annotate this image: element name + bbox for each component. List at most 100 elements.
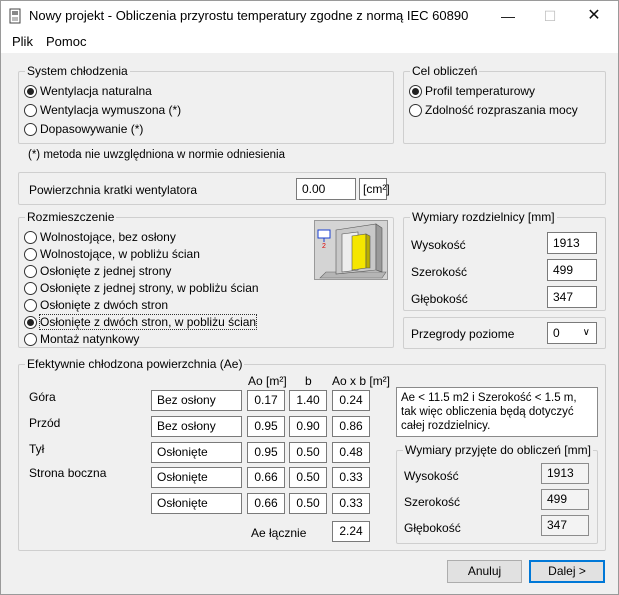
radio-label: Wentylacja naturalna bbox=[40, 84, 152, 98]
placement-label: Rozmieszczenie bbox=[25, 210, 117, 224]
radio-label: Osłonięte z dwóch stron, w pobliżu ścian bbox=[38, 314, 258, 330]
radio-indicator bbox=[24, 332, 37, 346]
cover-select-side-2[interactable]: Osłonięte bbox=[151, 493, 242, 514]
side-label-back: Tył bbox=[29, 442, 45, 456]
maximize-button[interactable]: ☐ bbox=[528, 1, 572, 31]
radio-label: Osłonięte z jednej strony, w pobliżu ści… bbox=[40, 281, 259, 295]
radio-indicator bbox=[24, 264, 37, 278]
side-label-front: Przód bbox=[29, 416, 61, 430]
aob-front: 0.86 bbox=[332, 416, 370, 437]
cancel-button[interactable]: Anuluj bbox=[447, 560, 522, 583]
used-depth-label: Głębokość bbox=[404, 521, 461, 535]
aob-top: 0.24 bbox=[332, 390, 370, 411]
minimize-button[interactable]: — bbox=[486, 1, 530, 31]
cover-select-back[interactable]: Osłonięte bbox=[151, 442, 242, 463]
radio-label: Wolnostojące, bez osłony bbox=[40, 230, 176, 244]
aob-side-1: 0.33 bbox=[332, 467, 370, 488]
next-button[interactable]: Dalej > bbox=[529, 560, 605, 583]
radio-indicator bbox=[24, 84, 37, 98]
ao-front: 0.95 bbox=[247, 416, 285, 437]
partitions-select[interactable]: 0 ∨ bbox=[547, 322, 597, 344]
radio-label: Dopasowywanie (*) bbox=[40, 122, 144, 136]
radio-indicator bbox=[24, 247, 37, 261]
vent-area-input[interactable]: 0.00 bbox=[296, 178, 356, 200]
b-side-2: 0.50 bbox=[289, 493, 327, 514]
b-front: 0.90 bbox=[289, 416, 327, 437]
ao-side-1: 0.66 bbox=[247, 467, 285, 488]
menu-pomoc[interactable]: Pomoc bbox=[46, 34, 86, 49]
radio-indicator bbox=[409, 84, 422, 98]
radio-label: Montaż natynkowy bbox=[40, 332, 140, 346]
calculation-goal-label: Cel obliczeń bbox=[410, 64, 480, 78]
width-label: Szerokość bbox=[411, 265, 468, 279]
width-input[interactable]: 499 bbox=[547, 259, 597, 281]
radio-goal-temperature-profile[interactable]: Profil temperaturowy bbox=[409, 83, 535, 99]
dimensions-label: Wymiary rozdzielnicy [mm] bbox=[410, 210, 557, 224]
side-label-side: Strona boczna bbox=[29, 466, 107, 480]
radio-placement-6[interactable]: Montaż natynkowy bbox=[24, 331, 139, 347]
cover-select-front[interactable]: Bez osłony bbox=[151, 416, 242, 437]
cooling-system-label: System chłodzenia bbox=[25, 64, 130, 78]
radio-placement-2[interactable]: Osłonięte z jednej strony bbox=[24, 263, 171, 279]
ae-total-label: Ae łącznie bbox=[251, 526, 307, 540]
radio-label: Osłonięte z jednej strony bbox=[40, 264, 172, 278]
depth-label: Głębokość bbox=[411, 292, 468, 306]
menu-bar: Plik Pomoc bbox=[1, 31, 618, 53]
b-side-1: 0.50 bbox=[289, 467, 327, 488]
ao-top: 0.17 bbox=[247, 390, 285, 411]
radio-placement-4[interactable]: Osłonięte z dwóch stron bbox=[24, 297, 168, 313]
partitions-value: 0 bbox=[553, 326, 560, 340]
radio-indicator bbox=[24, 298, 37, 312]
radio-cooling-natural[interactable]: Wentylacja naturalna bbox=[24, 83, 152, 99]
radio-label: Profil temperaturowy bbox=[425, 84, 536, 98]
radio-placement-0[interactable]: Wolnostojące, bez osłony bbox=[24, 229, 176, 245]
cover-select-top[interactable]: Bez osłony bbox=[151, 390, 242, 411]
radio-goal-dissipation[interactable]: Zdolność rozpraszania mocy bbox=[409, 102, 578, 118]
ae-total-value: 2.24 bbox=[332, 521, 370, 542]
used-height-label: Wysokość bbox=[404, 469, 459, 483]
side-label-top: Góra bbox=[29, 390, 56, 404]
radio-placement-5[interactable]: Osłonięte z dwóch stron, w pobliżu ścian bbox=[24, 314, 258, 330]
svg-text:2: 2 bbox=[322, 243, 326, 250]
header-b: b bbox=[305, 374, 312, 388]
ae-info-note: Ae < 11.5 m2 i Szerokość < 1.5 m, tak wi… bbox=[396, 387, 598, 437]
radio-placement-1[interactable]: Wolnostojące, w pobliżu ścian bbox=[24, 246, 200, 262]
app-icon bbox=[9, 8, 21, 24]
aob-back: 0.48 bbox=[332, 442, 370, 463]
radio-indicator bbox=[24, 122, 37, 136]
method-note: (*) metoda nie uwzględniona w normie odn… bbox=[28, 149, 285, 161]
window-title: Nowy projekt - Obliczenia przyrostu temp… bbox=[29, 8, 469, 23]
radio-indicator bbox=[24, 230, 37, 244]
title-bar[interactable]: Nowy projekt - Obliczenia przyrostu temp… bbox=[1, 1, 618, 31]
placement-illustration: 2 bbox=[314, 220, 388, 280]
vent-area-unit: [cm²] bbox=[359, 178, 390, 200]
height-input[interactable]: 1913 bbox=[547, 232, 597, 254]
radio-label: Osłonięte z dwóch stron bbox=[40, 298, 169, 312]
ao-back: 0.95 bbox=[247, 442, 285, 463]
b-top: 1.40 bbox=[289, 390, 327, 411]
used-dimensions-label: Wymiary przyjęte do obliczeń [mm] bbox=[403, 443, 593, 457]
radio-indicator bbox=[24, 281, 37, 295]
radio-indicator bbox=[24, 315, 37, 329]
radio-indicator bbox=[409, 103, 422, 117]
chevron-down-icon: ∨ bbox=[582, 327, 590, 338]
effective-area-label: Efektywnie chłodzona powierzchnia (Ae) bbox=[25, 357, 245, 371]
header-aob: Ao x b [m²] bbox=[332, 374, 391, 388]
ao-side-2: 0.66 bbox=[247, 493, 285, 514]
header-ao: Ao [m²] bbox=[248, 374, 287, 388]
used-height-value: 1913 bbox=[541, 463, 589, 484]
radio-cooling-fitting[interactable]: Dopasowywanie (*) bbox=[24, 121, 143, 137]
close-button[interactable]: ✕ bbox=[572, 1, 616, 31]
cover-select-side-1[interactable]: Osłonięte bbox=[151, 467, 242, 488]
used-width-value: 499 bbox=[541, 489, 589, 510]
app-window: Nowy projekt - Obliczenia przyrostu temp… bbox=[0, 0, 619, 595]
menu-plik[interactable]: Plik bbox=[12, 34, 33, 49]
aob-side-2: 0.33 bbox=[332, 493, 370, 514]
radio-label: Zdolność rozpraszania mocy bbox=[425, 103, 578, 117]
depth-input[interactable]: 347 bbox=[547, 286, 597, 308]
radio-cooling-forced[interactable]: Wentylacja wymuszona (*) bbox=[24, 102, 181, 118]
radio-placement-3[interactable]: Osłonięte z jednej strony, w pobliżu ści… bbox=[24, 280, 259, 296]
b-back: 0.50 bbox=[289, 442, 327, 463]
partitions-label: Przegrody poziome bbox=[411, 327, 515, 341]
vent-area-label: Powierzchnia kratki wentylatora bbox=[29, 183, 198, 197]
